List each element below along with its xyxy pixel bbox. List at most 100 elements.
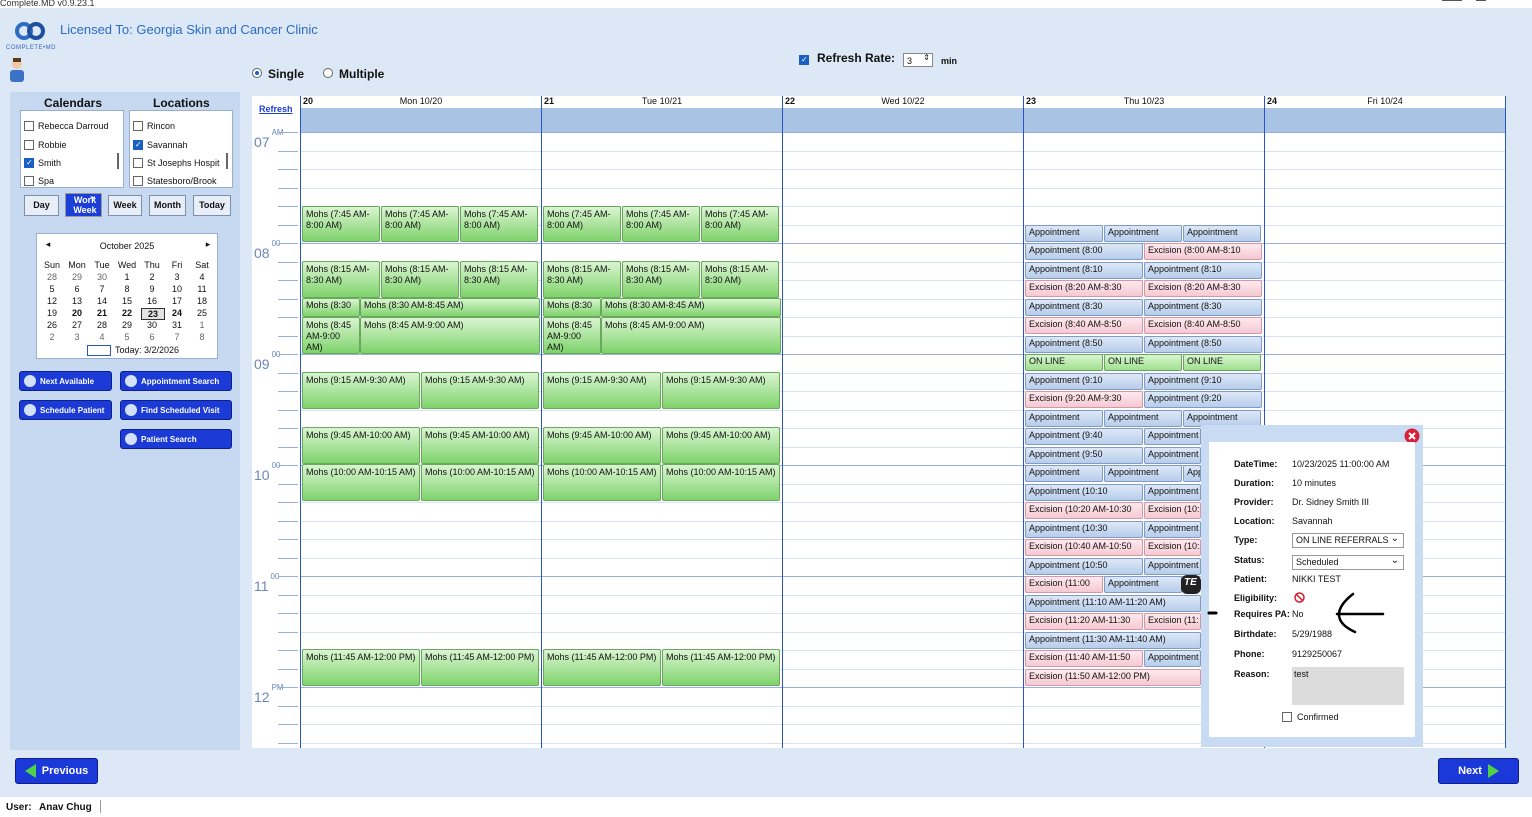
calendar-day[interactable]: 3	[166, 272, 188, 282]
calendar-day[interactable]: 13	[66, 296, 88, 306]
appointment-block[interactable]: Excision (10:20 AM-10:30	[1025, 502, 1143, 519]
appointment-block[interactable]: Excision (11:	[1144, 613, 1201, 630]
day-view-button[interactable]: Day	[24, 195, 59, 216]
appointment-block[interactable]: Appointment (8:30	[1025, 299, 1143, 316]
appointment-block[interactable]: ON LINE	[1183, 354, 1261, 371]
calendar-day[interactable]: 2	[41, 332, 63, 342]
calendar-day[interactable]: 16	[141, 296, 163, 306]
appointment-block[interactable]: Mohs (9:45 AM-10:00 AM)	[302, 427, 420, 464]
calendar-day[interactable]: 26	[41, 320, 63, 330]
calendar-day[interactable]: 5	[41, 284, 63, 294]
calendar-day[interactable]: 18	[191, 296, 213, 306]
appointment-block[interactable]: Mohs (8:45 AM-9:00 AM)	[601, 317, 781, 354]
appointment-block[interactable]: Excision (8:00 AM-8:10	[1144, 243, 1262, 260]
calendars-list[interactable]: Rebecca Darroud Robbie Smith Spa	[20, 110, 124, 188]
appointment-block[interactable]: Mohs (7:45 AM-8:00 AM)	[302, 206, 380, 242]
calendar-checkbox[interactable]	[24, 158, 34, 168]
refresh-rate-spinner[interactable]: 3 ⇕	[903, 53, 933, 67]
appointment-block[interactable]: Excision (10:40 AM-10:50	[1025, 539, 1143, 556]
appointment-block[interactable]: Appointment	[1144, 650, 1201, 667]
calendar-day[interactable]: 3	[66, 332, 88, 342]
appointment-block[interactable]: Mohs (8:45 AM-9:00 AM)	[302, 317, 360, 354]
appointment-block[interactable]: Appointment	[1144, 428, 1201, 445]
appointment-block[interactable]: Appointment	[1104, 410, 1182, 427]
appointment-block[interactable]: Mohs (9:45 AM-10:00 AM)	[543, 427, 661, 464]
reason-field[interactable]: test	[1292, 667, 1404, 705]
type-select[interactable]: ON LINE REFERRALS	[1292, 532, 1404, 548]
work-week-view-button[interactable]: Work Week	[65, 192, 102, 217]
calendar-day[interactable]: 29	[66, 272, 88, 282]
calendar-day[interactable]: 29	[116, 320, 138, 330]
appointment-block[interactable]: Mohs (8:15 AM-8:30 AM)	[381, 261, 459, 298]
appointment-block[interactable]: Mohs (9:45 AM-10:00 AM)	[421, 427, 539, 464]
appointment-block[interactable]: Appointment	[1183, 225, 1261, 242]
calendar-day[interactable]: 7	[91, 284, 113, 294]
appointment-block[interactable]: Excision (8:40 AM-8:50	[1025, 317, 1143, 334]
locations-list[interactable]: Rincon Savannah St Josephs Hospit States…	[129, 110, 233, 188]
month-view-button[interactable]: Month	[149, 195, 186, 216]
te-badge[interactable]: TE	[1181, 575, 1201, 594]
maximize-button[interactable]	[1476, 0, 1486, 7]
all-day-strip[interactable]	[541, 108, 782, 132]
day-header[interactable]: 21 Tue 10/21	[541, 96, 782, 108]
calendar-day[interactable]: 20	[66, 308, 88, 318]
calendar-day[interactable]: 6	[141, 332, 163, 342]
calendar-day[interactable]: 25	[191, 308, 213, 318]
today-view-button[interactable]: Today	[193, 195, 231, 216]
calendar-day[interactable]: 22	[116, 308, 138, 318]
appointment-block[interactable]: Mohs (9:15 AM-9:30 AM)	[662, 372, 780, 409]
appointment-block[interactable]: Mohs (9:45 AM-10:00 AM)	[662, 427, 780, 464]
calendar-day[interactable]: 12	[41, 296, 63, 306]
appointment-block[interactable]: Mohs (8:15 AM-8:30 AM)	[543, 261, 621, 298]
appointment-block[interactable]: Mohs (11:45 AM-12:00 PM)	[543, 649, 661, 686]
previous-button[interactable]: Previous	[15, 758, 98, 784]
appointment-block[interactable]: Mohs (8:30	[302, 298, 360, 317]
calendar-day[interactable]: 4	[91, 332, 113, 342]
appointment-block[interactable]: Mohs (8:30 AM-8:45 AM)	[360, 298, 540, 317]
appointment-block[interactable]: Appointment (8:10	[1025, 262, 1143, 279]
appointment-search-button[interactable]: Appointment Search	[120, 371, 232, 391]
appointment-block[interactable]: Appointment	[1025, 410, 1103, 427]
appointment-block[interactable]: Excision (10:	[1144, 539, 1201, 556]
find-scheduled-visit-button[interactable]: Find Scheduled Visit	[120, 400, 232, 420]
appointment-block[interactable]: Appointment	[1183, 465, 1201, 482]
calendar-day[interactable]: 23	[141, 308, 165, 320]
calendar-day[interactable]: 2	[141, 272, 163, 282]
calendar-day[interactable]: 14	[91, 296, 113, 306]
appointment-block[interactable]: Appointment	[1025, 225, 1103, 242]
patient-search-button[interactable]: Patient Search	[120, 429, 232, 449]
appointment-block[interactable]: Mohs (9:15 AM-9:30 AM)	[302, 372, 420, 409]
calendar-day[interactable]: 31	[166, 320, 188, 330]
appointment-block[interactable]: Mohs (7:45 AM-8:00 AM)	[381, 206, 459, 242]
appointment-block[interactable]: Appointment (9:10	[1144, 373, 1262, 390]
appointment-block[interactable]: Mohs (11:45 AM-12:00 PM)	[662, 649, 780, 686]
appointment-block[interactable]: Excision (8:20 AM-8:30	[1025, 280, 1143, 297]
refresh-rate-checkbox[interactable]	[799, 55, 809, 65]
all-day-strip[interactable]	[300, 108, 541, 132]
calendar-day[interactable]: 6	[66, 284, 88, 294]
appointment-block[interactable]: Excision (8:40 AM-8:50	[1144, 317, 1262, 334]
appointment-block[interactable]: Mohs (8:15 AM-8:30 AM)	[701, 261, 779, 298]
appointment-block[interactable]: Mohs (10:00 AM-10:15 AM)	[662, 464, 780, 501]
appointment-block[interactable]: Appointment (8:50	[1025, 336, 1143, 353]
appointment-block[interactable]: Appointment (9:40	[1025, 428, 1143, 445]
calendar-checkbox[interactable]	[24, 176, 34, 186]
calendar-day[interactable]: 10	[166, 284, 188, 294]
appointment-block[interactable]: Excision (11:00	[1025, 576, 1103, 593]
appointment-block[interactable]: Appointment	[1104, 225, 1182, 242]
appointment-block[interactable]: Appointment (9:50	[1025, 447, 1143, 464]
minimize-button[interactable]	[1442, 0, 1462, 7]
appointment-block[interactable]: Appointment (9:20	[1144, 391, 1262, 408]
refresh-link[interactable]: Refresh	[259, 104, 293, 114]
appointment-block[interactable]: Mohs (7:45 AM-8:00 AM)	[460, 206, 538, 242]
appointment-block[interactable]: Appointment	[1144, 521, 1201, 538]
day-header[interactable]: 20 Mon 10/20	[300, 96, 541, 108]
appointment-block[interactable]: Appointment (10:10	[1025, 484, 1143, 501]
location-checkbox[interactable]	[133, 121, 143, 131]
appointment-block[interactable]: Appointment (11:10 AM-11:20 AM)	[1025, 595, 1201, 612]
location-checkbox[interactable]	[133, 158, 143, 168]
calendar-day[interactable]: 4	[191, 272, 213, 282]
all-day-strip[interactable]	[1264, 108, 1505, 132]
appointment-block[interactable]: Mohs (9:15 AM-9:30 AM)	[543, 372, 661, 409]
calendar-checkbox[interactable]	[24, 121, 34, 131]
